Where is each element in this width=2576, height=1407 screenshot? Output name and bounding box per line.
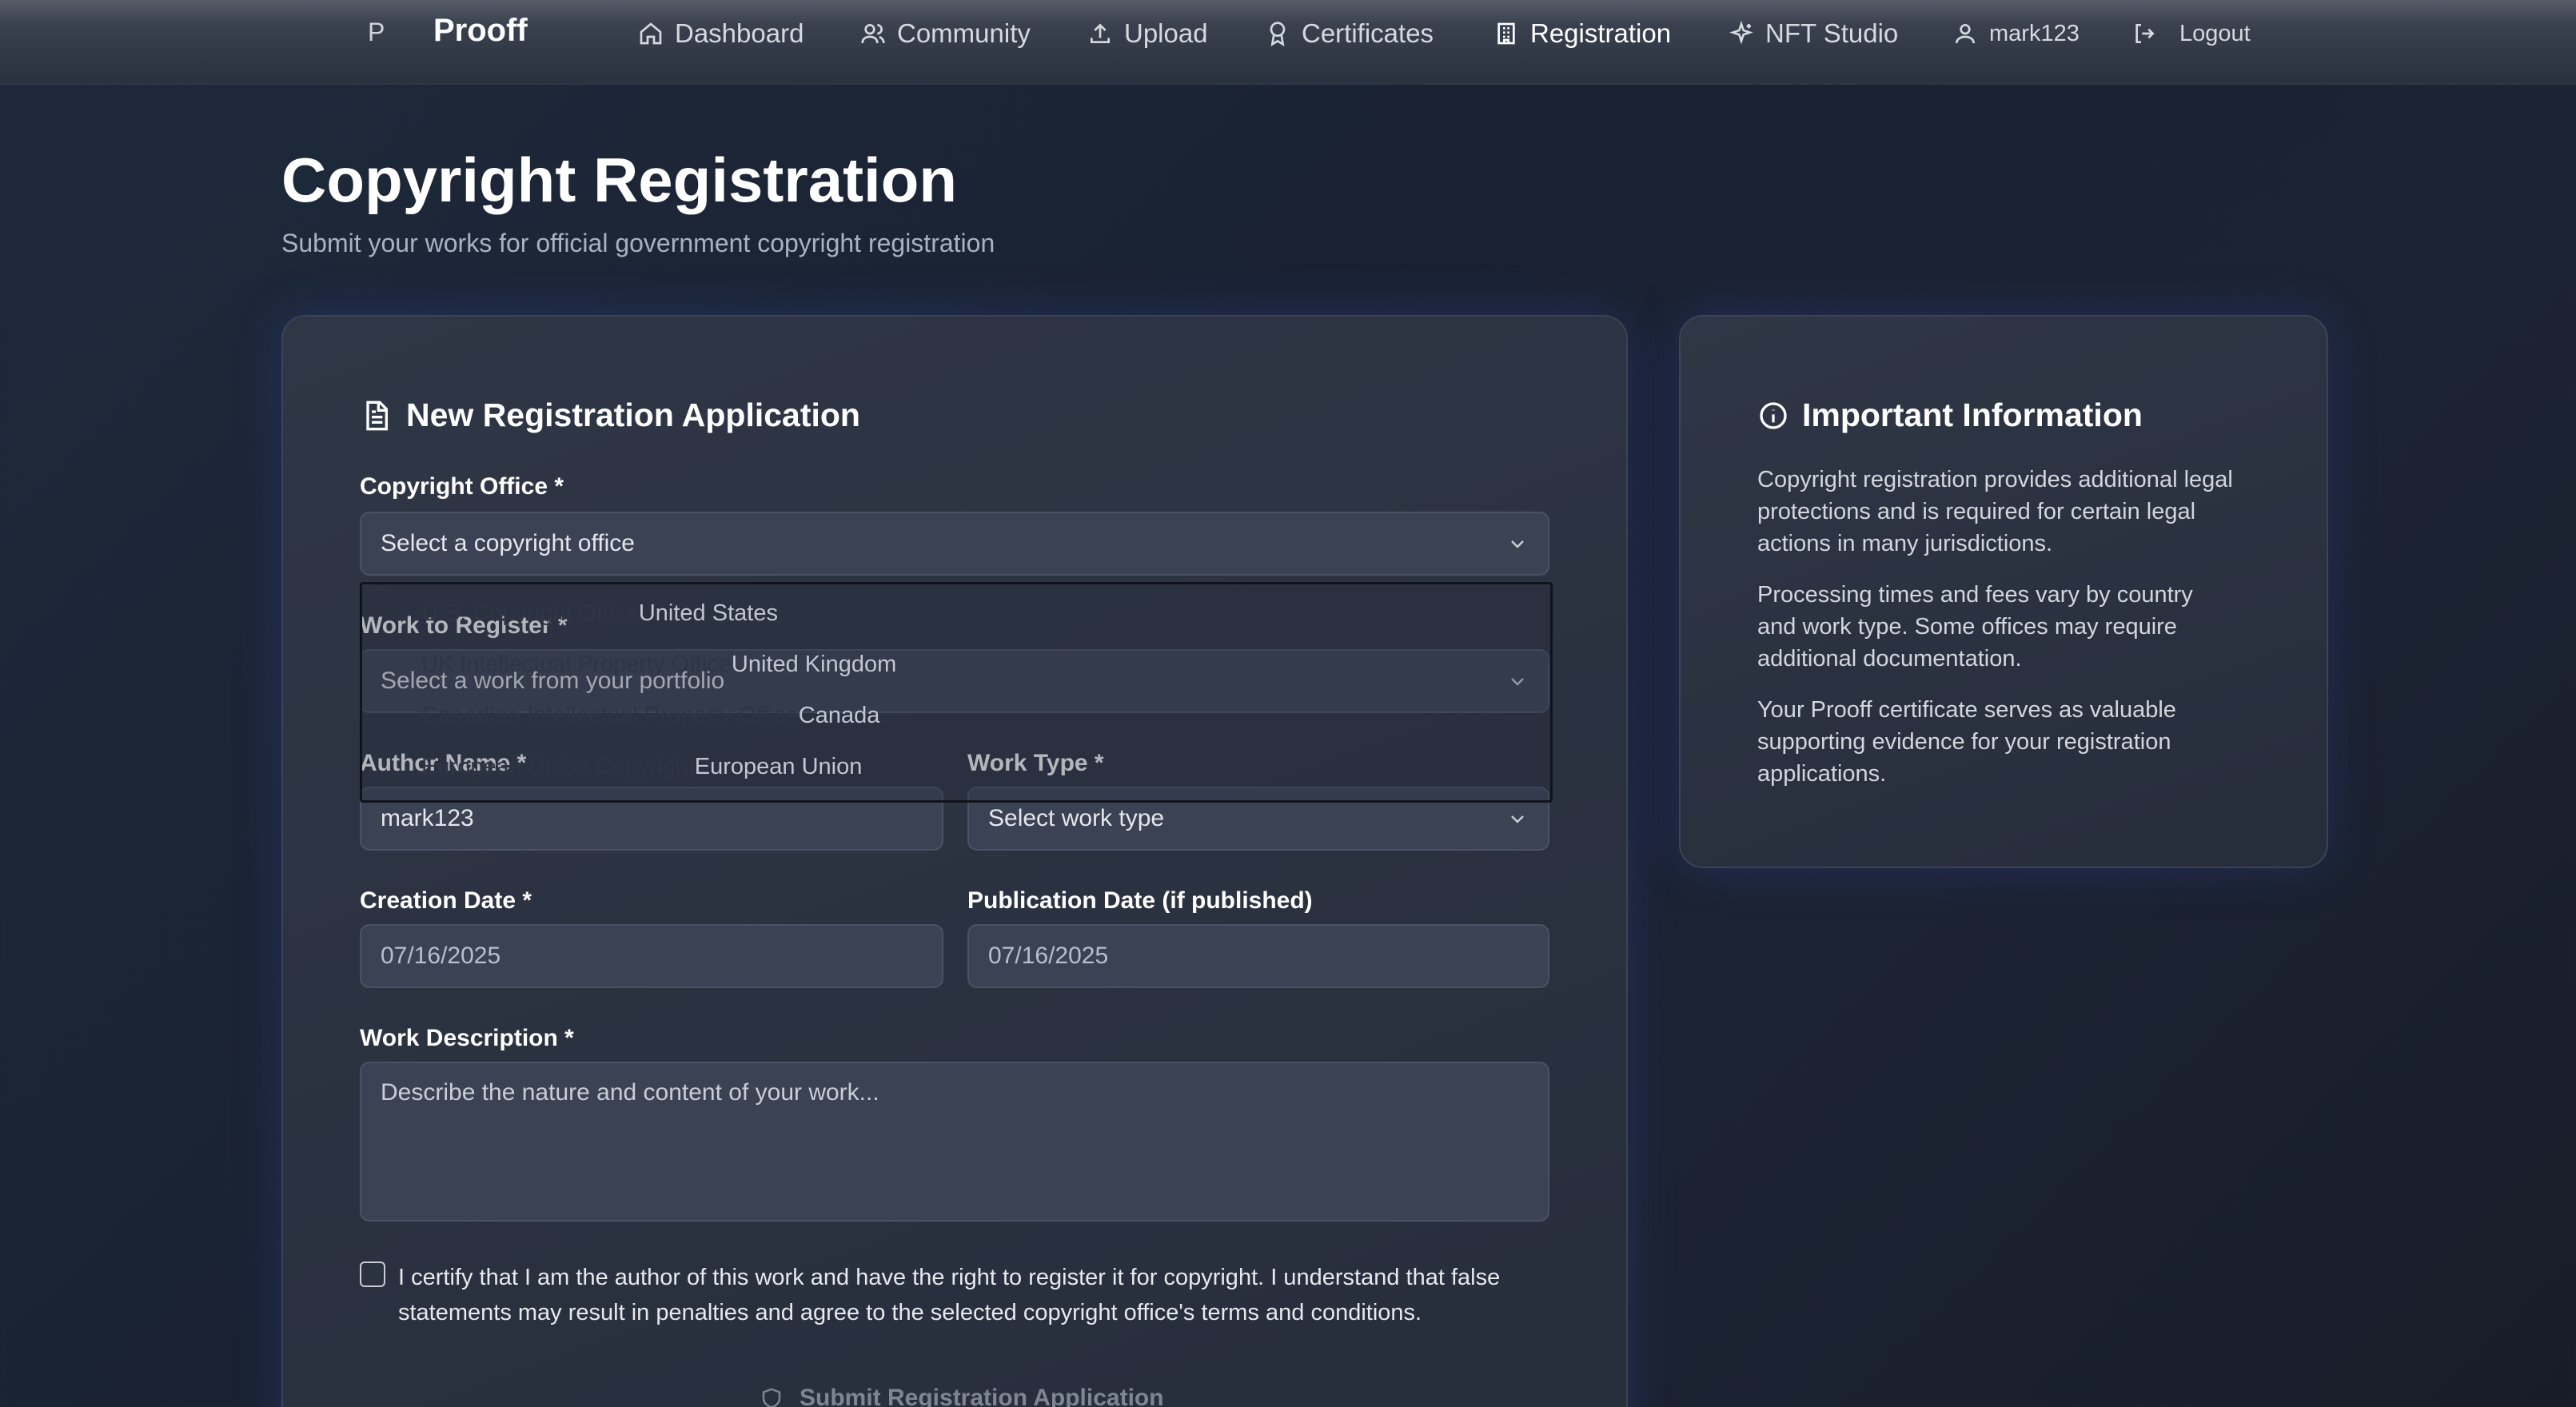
nav-upload[interactable]: Upload (1087, 14, 1208, 53)
award-icon (1270, 22, 1286, 46)
upload-icon (1091, 23, 1110, 43)
nav-label: Upload (1124, 18, 1208, 48)
description-textarea[interactable]: Describe the nature and content of your … (360, 1062, 1549, 1222)
file-text-icon (366, 401, 388, 430)
shield-icon (762, 1388, 781, 1407)
nav-dashboard[interactable]: Dashboard (638, 14, 804, 53)
form-heading: New Registration Application (360, 397, 860, 434)
description-placeholder: Describe the nature and content of your … (381, 1079, 879, 1106)
nav-community[interactable]: Community (860, 14, 1031, 53)
option-country: European Union (694, 754, 863, 779)
submit-label: Submit Registration Application (800, 1385, 1164, 1407)
brand-logo[interactable]: Prooff (433, 13, 528, 49)
certify-checkbox[interactable] (360, 1262, 385, 1287)
nav-label: mark123 (1989, 20, 2080, 46)
info-paragraph: Your Prooff certificate serves as valuab… (1757, 697, 2176, 787)
creation-date-input[interactable]: 07/16/2025 (360, 924, 943, 988)
nav-user[interactable]: mark123 (1952, 14, 2080, 53)
info-icon (1760, 401, 1787, 429)
certify-text: I certify that I am the author of this w… (398, 1265, 1501, 1325)
creation-date-label: Creation Date * (360, 887, 532, 914)
nav-label: Certificates (1302, 18, 1434, 48)
user-icon (1956, 24, 1975, 44)
nav-label: Registration (1530, 18, 1672, 48)
logout-icon (2135, 24, 2155, 43)
building-icon (1497, 22, 1515, 45)
description-label: Work Description * (360, 1025, 574, 1051)
submit-button[interactable]: Submit Registration Application (760, 1385, 1164, 1407)
dropdown-option[interactable]: UK Intellectual Property Office United Ki… (421, 652, 896, 678)
copyright-office-value: Select a copyright office (381, 530, 635, 556)
nav-label: Logout (2179, 20, 2251, 46)
publication-date-label: Publication Date (if published) (967, 887, 1313, 914)
option-name: U.S. Copyright Office (421, 600, 639, 626)
copyright-office-dropdown: U.S. Copyright Office United States UK In… (360, 582, 1553, 803)
dropdown-option[interactable]: U.S. Copyright Office United States (421, 600, 778, 627)
top-nav: P Prooff Dashboard Community Upload Cert… (0, 0, 2576, 85)
home-icon (640, 22, 662, 45)
users-icon (861, 24, 885, 44)
option-country: United States (638, 600, 778, 626)
nav-certificates[interactable]: Certificates (1265, 14, 1434, 53)
dropdown-option[interactable]: European Union Copyright European Union (421, 754, 862, 780)
info-paragraph: Copyright registration provides addition… (1757, 467, 2233, 556)
creation-date-value: 07/16/2025 (381, 943, 501, 969)
dropdown-option[interactable]: Canadian Intellectual Property Office Can… (421, 703, 879, 729)
nav-nft-studio[interactable]: NFT Studio (1729, 14, 1898, 53)
copyright-office-select[interactable]: Select a copyright office (360, 512, 1549, 576)
sparkles-icon (1729, 21, 1753, 45)
nav-label: NFT Studio (1765, 18, 1899, 48)
option-name: European Union Copyright (421, 754, 695, 779)
info-heading: Important Information (1757, 397, 2143, 434)
info-heading-text: Important Information (1802, 397, 2143, 433)
work-type-value: Select work type (988, 805, 1165, 831)
nav-registration[interactable]: Registration (1493, 14, 1671, 53)
form-heading-text: New Registration Application (406, 397, 860, 433)
option-name: Canadian Intellectual Property Office (421, 703, 799, 728)
copyright-office-label: Copyright Office * (360, 473, 564, 500)
nav-label: Dashboard (675, 18, 804, 48)
page-subtitle: Submit your works for official governmen… (281, 229, 995, 257)
publication-date-value: 07/16/2025 (988, 943, 1109, 969)
publication-date-input[interactable]: 07/16/2025 (967, 924, 1549, 988)
chevron-down-icon (1511, 815, 1524, 823)
info-paragraph: Processing times and fees vary by countr… (1757, 582, 2193, 672)
nav-logout[interactable]: Logout (2131, 14, 2251, 53)
logo-mark: P (368, 18, 385, 46)
nav-label: Community (897, 18, 1031, 48)
chevron-down-icon (1511, 540, 1524, 548)
option-name: UK Intellectual Property Office (421, 652, 732, 677)
option-country: Canada (798, 703, 880, 728)
page-title: Copyright Registration (281, 145, 958, 215)
option-country: United Kingdom (731, 652, 897, 677)
author-value: mark123 (381, 805, 474, 831)
